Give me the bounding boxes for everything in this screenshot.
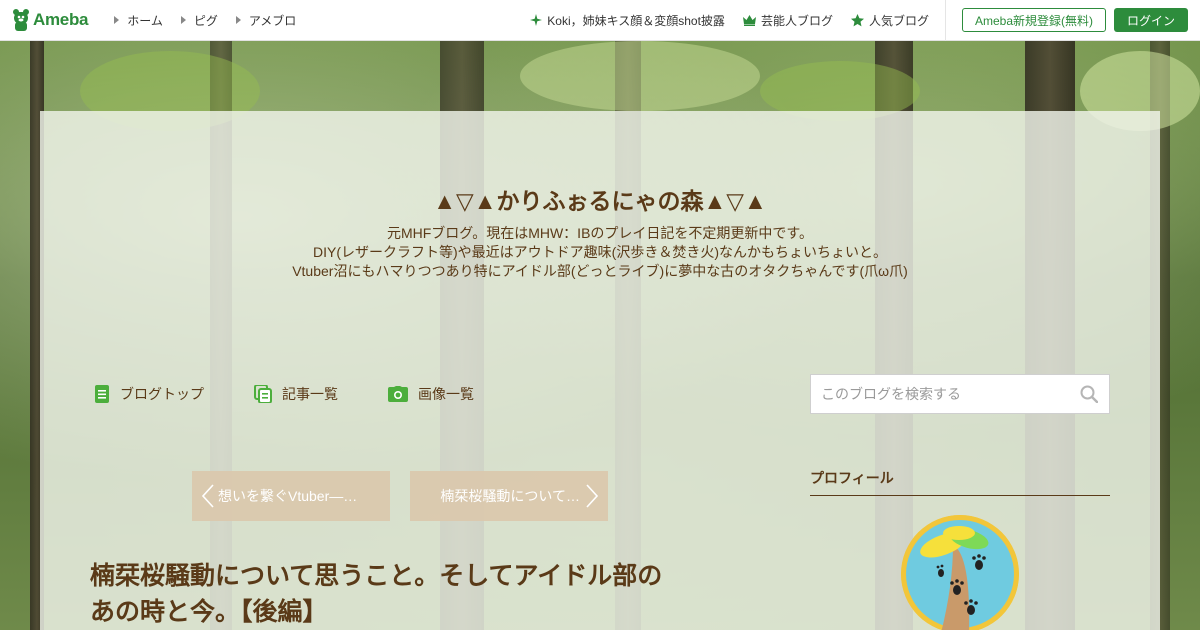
profile-avatar[interactable] (901, 515, 1019, 630)
nav-ameblo[interactable]: アメブロ (235, 12, 297, 29)
search-icon (1080, 385, 1098, 403)
triangle-right-icon (114, 16, 120, 24)
entry-list-label: 記事一覧 (282, 386, 338, 402)
logo-text: Ameba (33, 10, 89, 29)
nav-pigg-label: ピグ (193, 13, 218, 28)
triangle-right-icon (235, 16, 241, 24)
ameba-logo[interactable]: Ameba (12, 8, 88, 32)
chevron-right-icon (586, 484, 598, 508)
ameba-mascot-icon (13, 9, 29, 31)
news-link-label: Koki，姉妹キス顔＆変顔shot披露 (547, 13, 725, 28)
image-list-label: 画像一覧 (418, 386, 474, 402)
next-entry-button[interactable]: 楠栞桜騒動について… (410, 471, 608, 521)
profile-heading: プロフィール (810, 468, 1110, 496)
blog-nav: ブログトップ 記事一覧 画像一覧 (94, 384, 524, 404)
article-title[interactable]: 楠栞桜騒動について思うこと。そしてアイドル部の あの時と今。【後編】 (90, 559, 730, 630)
blog-main-panel: ▲▽▲かりふぉるにゃの森▲▽▲ 元MHFブログ。現在はMHW：IBのプレイ日記を… (40, 111, 1160, 630)
triangle-right-icon (180, 16, 186, 24)
register-button[interactable]: Ameba新規登録(無料) (961, 8, 1106, 32)
blog-top-label: ブログトップ (120, 386, 204, 402)
sparkle-icon (530, 14, 543, 26)
entry-list-link[interactable]: 記事一覧 (254, 384, 338, 404)
popular-blog-label: 人気ブログ (868, 13, 929, 28)
nav-home-label: ホーム (127, 13, 163, 28)
popular-blog-link[interactable]: 人気ブログ (850, 12, 929, 29)
global-header: Ameba ホーム ピグ アメブロ Koki，姉妹キス顔＆変顔shot披露 芸能… (0, 0, 1200, 41)
article-title-line: あの時と今。【後編】 (90, 599, 328, 626)
search-button[interactable] (1069, 375, 1109, 413)
chevron-left-icon (202, 484, 214, 508)
blog-top-link[interactable]: ブログトップ (94, 384, 204, 404)
login-button[interactable]: ログイン (1113, 8, 1188, 32)
celebrity-blog-label: 芸能人ブログ (760, 13, 833, 28)
header-right: Koki，姉妹キス顔＆変顔shot披露 芸能人ブログ 人気ブログ Ameba新規… (530, 0, 1200, 41)
blog-description: 元MHFブログ。現在はMHW：IBのプレイ日記を不定期更新中です。 DIY(レザ… (40, 224, 1160, 281)
prev-entry-button[interactable]: 想いを繋ぐVtuber—… (192, 471, 390, 521)
avatar-image (901, 515, 1019, 630)
nav-ameblo-label: アメブロ (248, 13, 297, 28)
blog-description-line: Vtuber沼にもハマりつつあり特にアイドル部(どっとライブ)に夢中な古のオタク… (292, 263, 908, 279)
image-list-link[interactable]: 画像一覧 (388, 384, 474, 404)
star-icon (850, 13, 864, 26)
blog-description-line: DIY(レザークラフト等)や最近はアウトドア趣味(沢歩き＆焚き火)なんかもちょい… (313, 244, 887, 260)
blog-title[interactable]: ▲▽▲かりふぉるにゃの森▲▽▲ (40, 182, 1160, 216)
blog-description-line: 元MHFブログ。現在はMHW：IBのプレイ日記を不定期更新中です。 (386, 225, 814, 241)
nav-home[interactable]: ホーム (114, 12, 163, 29)
next-entry-label: 楠栞桜騒動について… (440, 488, 580, 504)
prev-entry-label: 想いを繋ぐVtuber—… (218, 488, 358, 504)
document-icon (95, 385, 109, 403)
copy-list-icon (254, 385, 272, 403)
camera-icon (388, 386, 408, 402)
search-input[interactable] (811, 375, 1069, 413)
celebrity-blog-link[interactable]: 芸能人ブログ (742, 12, 833, 29)
article-title-line: 楠栞桜騒動について思うこと。そしてアイドル部の (90, 563, 663, 590)
crown-icon (742, 14, 756, 26)
header-divider (944, 0, 946, 41)
blog-search (810, 374, 1110, 414)
news-link[interactable]: Koki，姉妹キス顔＆変顔shot披露 (530, 12, 725, 29)
nav-pigg[interactable]: ピグ (180, 12, 218, 29)
global-nav: ホーム ピグ アメブロ (96, 12, 296, 29)
